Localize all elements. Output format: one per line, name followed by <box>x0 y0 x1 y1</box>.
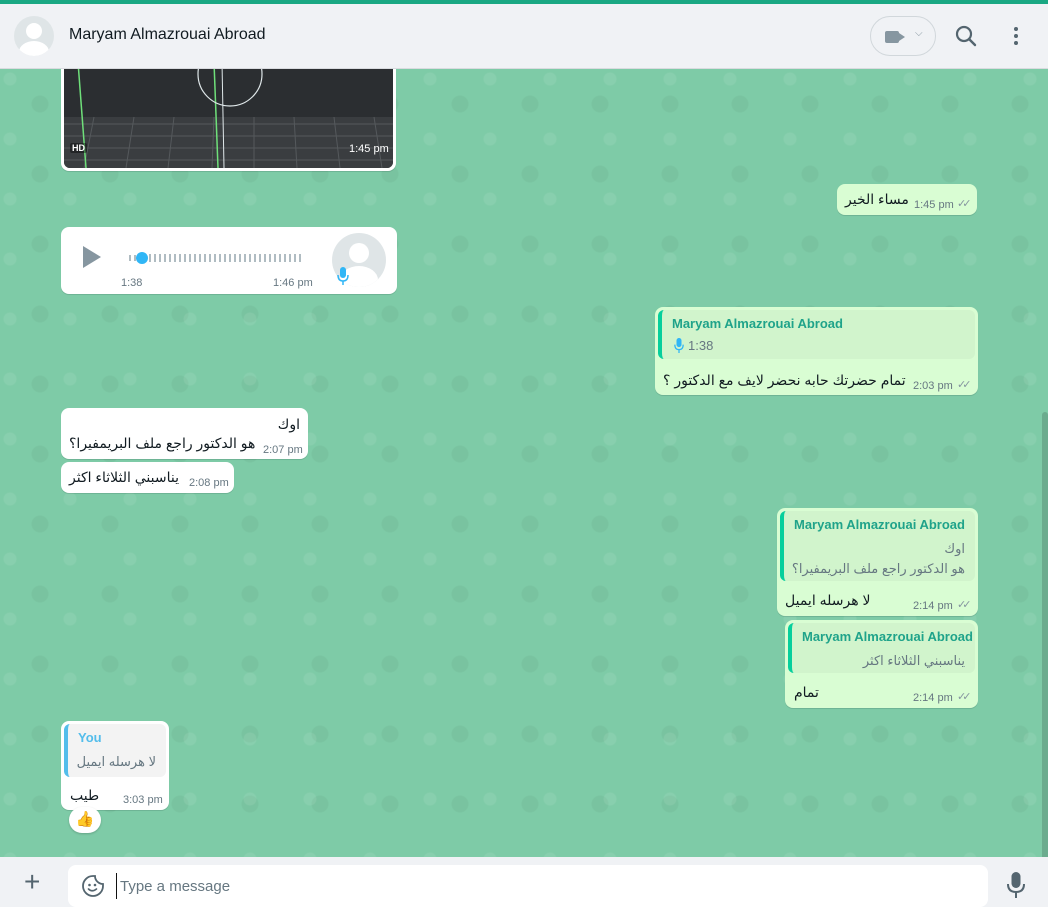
quoted-message[interactable]: Maryam Almazrouai Abroad 1:38 <box>658 310 975 359</box>
chat-header: Maryam Almazrouai Abroad ⌵ <box>0 4 1048 69</box>
double-check-icon: ✓✓ <box>957 691 972 703</box>
video-call-button[interactable]: ⌵ <box>870 16 936 56</box>
message-time: 2:07 pm <box>263 444 303 456</box>
quoted-message[interactable]: Maryam Almazrouai Abroad اوك هو الدكتور … <box>780 511 975 581</box>
quoted-author: Maryam Almazrouai Abroad <box>672 316 843 331</box>
voice-duration: 1:38 <box>121 277 143 289</box>
avatar-head-shape <box>26 23 42 39</box>
message-text-line: اوك <box>277 416 300 432</box>
quoted-voice-duration: 1:38 <box>688 338 714 353</box>
message-text: تمام حضرتك حابه نحضر لايف مع الدكتور ؟ <box>663 372 906 388</box>
message-input-container <box>68 865 988 907</box>
contact-name[interactable]: Maryam Almazrouai Abroad <box>69 26 266 44</box>
message-text: يناسبني الثلاثاء اكثر <box>69 469 179 485</box>
message-text: لا هرسله ايميل <box>785 592 871 608</box>
quoted-text-line: هو الدكتور راجع ملف البريمفيرا؟ <box>791 561 965 576</box>
message-time: 3:03 pm <box>123 794 163 806</box>
quoted-text: يناسبني الثلاثاء اكثر <box>862 653 965 668</box>
video-message-bubble[interactable]: HD 1:45 pm <box>61 69 396 171</box>
video-hd-badge: HD <box>70 143 87 153</box>
double-check-icon: ✓✓ <box>957 379 972 391</box>
double-check-icon: ✓✓ <box>957 198 972 210</box>
incoming-message[interactable]: اوك هو الدكتور راجع ملف البريمفيرا؟ 2:07… <box>61 408 308 459</box>
play-icon[interactable] <box>81 245 103 269</box>
message-time: 2:08 pm <box>189 477 229 489</box>
message-text: تمام <box>794 684 819 700</box>
incoming-message[interactable]: يناسبني الثلاثاء اكثر 2:08 pm <box>61 462 234 493</box>
chevron-down-icon: ⌵ <box>915 28 923 39</box>
quoted-message[interactable]: You لا هرسله ايميل <box>64 724 166 777</box>
chat-scrollbar[interactable] <box>1042 412 1048 857</box>
kebab-menu-icon[interactable] <box>1002 22 1030 50</box>
contact-avatar[interactable] <box>14 16 54 56</box>
video-camera-icon <box>885 31 905 43</box>
incoming-message[interactable]: You لا هرسله ايميل طيب 3:03 pm <box>61 721 169 810</box>
message-input[interactable] <box>116 873 976 899</box>
outgoing-message[interactable]: Maryam Almazrouai Abroad 1:38 تمام حضرتك… <box>655 307 978 395</box>
message-time: 1:46 pm <box>273 277 313 289</box>
message-time: 2:14 pm <box>913 692 953 704</box>
voice-waveform[interactable] <box>127 248 307 268</box>
thumbs-up-icon: 👍 <box>75 811 95 828</box>
quoted-message[interactable]: Maryam Almazrouai Abroad يناسبني الثلاثا… <box>788 623 975 673</box>
quoted-text-line: اوك <box>944 541 965 556</box>
quoted-text: لا هرسله ايميل <box>76 754 156 769</box>
microphone-icon <box>674 338 684 353</box>
video-thumbnail[interactable] <box>64 69 393 168</box>
plus-icon[interactable]: + <box>24 868 40 896</box>
microphone-icon <box>337 267 349 285</box>
sticker-icon[interactable] <box>82 875 104 897</box>
reaction-badge[interactable]: 👍 <box>69 807 101 833</box>
microphone-icon[interactable] <box>1004 871 1028 899</box>
outgoing-message[interactable]: مساء الخير 1:45 pm ✓✓ <box>837 184 977 215</box>
message-text: مساء الخير <box>845 191 909 207</box>
message-composer: + <box>0 857 1048 907</box>
search-icon[interactable] <box>952 22 980 50</box>
outgoing-message[interactable]: Maryam Almazrouai Abroad يناسبني الثلاثا… <box>785 620 978 708</box>
quoted-author: Maryam Almazrouai Abroad <box>802 629 973 644</box>
message-time: 2:14 pm <box>913 600 953 612</box>
message-text-line: هو الدكتور راجع ملف البريمفيرا؟ <box>69 435 256 451</box>
avatar-body-shape <box>19 41 49 56</box>
message-time: 1:45 pm <box>349 143 389 155</box>
message-text: طيب <box>70 787 100 803</box>
quoted-author: You <box>78 730 102 745</box>
message-time: 2:03 pm <box>913 380 953 392</box>
quoted-author: Maryam Almazrouai Abroad <box>794 517 965 532</box>
voice-message-bubble[interactable]: 1:38 1:46 pm <box>61 227 397 294</box>
double-check-icon: ✓✓ <box>957 599 972 611</box>
chat-messages-area[interactable]: HD 1:45 pm مساء الخير 1:45 pm ✓✓ 1:38 1:… <box>0 69 1048 857</box>
message-time: 1:45 pm <box>914 199 954 211</box>
outgoing-message[interactable]: Maryam Almazrouai Abroad اوك هو الدكتور … <box>777 508 978 616</box>
